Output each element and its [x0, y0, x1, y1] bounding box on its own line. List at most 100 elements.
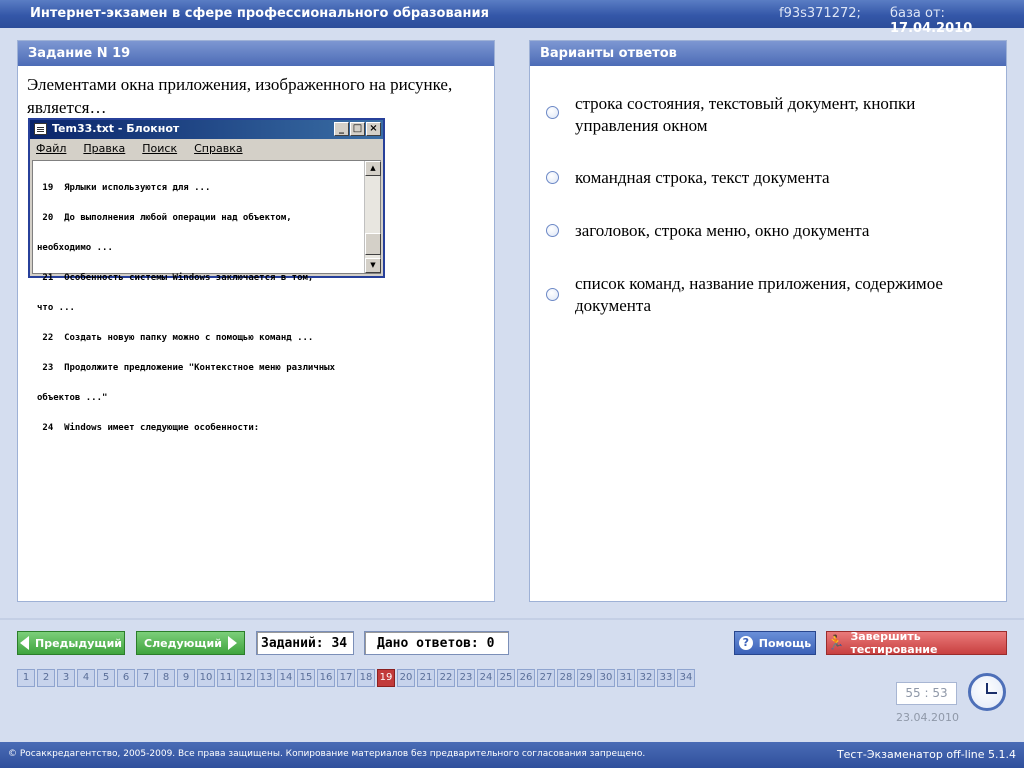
page-button-21[interactable]: 21	[417, 669, 435, 687]
page-button-6[interactable]: 6	[117, 669, 135, 687]
scroll-down-icon: ▼	[365, 258, 381, 273]
running-man-icon: 🏃	[827, 635, 845, 651]
notepad-line: что ...	[37, 303, 75, 313]
test-code: f93s371272;	[779, 6, 861, 21]
notepad-line: 20 До выполнения любой операции над объе…	[37, 213, 292, 223]
notepad-scrollbar: ▲ ▼	[364, 161, 381, 273]
base-date-label: база от:	[890, 6, 945, 21]
arrow-right-icon	[227, 636, 237, 650]
answers-heading: Варианты ответов	[530, 41, 1006, 66]
page-button-19[interactable]: 19	[377, 669, 395, 687]
answer-text[interactable]: список команд, название приложения, соде…	[575, 273, 985, 317]
help-label: Помощь	[758, 636, 812, 650]
maximize-icon: □	[350, 122, 365, 136]
page-button-25[interactable]: 25	[497, 669, 515, 687]
finish-button[interactable]: 🏃 Завершить тестирование	[826, 630, 1007, 656]
notepad-window-buttons: _ □ ×	[334, 122, 381, 136]
page-button-18[interactable]: 18	[357, 669, 375, 687]
question-mark-icon: ?	[738, 636, 753, 650]
page-button-10[interactable]: 10	[197, 669, 215, 687]
notepad-icon	[34, 123, 47, 135]
notepad-text: 19 Ярлыки используются для ... 20 До вып…	[37, 163, 367, 453]
radio-button[interactable]	[546, 288, 559, 301]
page-button-20[interactable]: 20	[397, 669, 415, 687]
task-pager: 1 2 3 4 5 6 7 8 9 10 11 12 13 14 15 16 17 18 19 20 21 22 23 24 2…	[17, 669, 695, 687]
notepad-line: 21 Особенность системы Windows заключает…	[37, 273, 314, 283]
page-button-3[interactable]: 3	[57, 669, 75, 687]
answers-given-count: Дано ответов: 0	[364, 631, 509, 655]
question-text: Элементами окна приложения, изображенног…	[27, 75, 453, 117]
clock-icon	[968, 673, 1006, 711]
page-button-22[interactable]: 22	[437, 669, 455, 687]
finish-label: Завершить тестирование	[850, 630, 938, 656]
page-button-26[interactable]: 26	[517, 669, 535, 687]
page-button-14[interactable]: 14	[277, 669, 295, 687]
page-button-24[interactable]: 24	[477, 669, 495, 687]
page-button-17[interactable]: 17	[337, 669, 355, 687]
close-icon: ×	[366, 122, 381, 136]
notepad-document: 19 Ярлыки используются для ... 20 До вып…	[32, 160, 381, 433]
page-button-12[interactable]: 12	[237, 669, 255, 687]
current-date: 23.04.2010	[896, 711, 959, 724]
answer-text[interactable]: командная строка, текст документа	[575, 167, 985, 189]
notepad-line: 19 Ярлыки используются для ...	[37, 183, 211, 193]
notepad-menu-search: Поиск	[142, 142, 178, 155]
radio-button[interactable]	[546, 224, 559, 237]
page-button-28[interactable]: 28	[557, 669, 575, 687]
base-date-value: 17.04.2010	[890, 21, 973, 36]
arrow-left-icon	[19, 636, 29, 650]
scroll-thumb	[365, 233, 381, 255]
page-button-13[interactable]: 13	[257, 669, 275, 687]
notepad-menu-edit: Правка	[83, 142, 126, 155]
previous-button[interactable]: Предыдущий	[17, 631, 125, 655]
page-button-9[interactable]: 9	[177, 669, 195, 687]
page-button-30[interactable]: 30	[597, 669, 615, 687]
previous-label: Предыдущий	[34, 636, 122, 650]
notepad-menu-help: Справка	[194, 142, 243, 155]
page-button-8[interactable]: 8	[157, 669, 175, 687]
exam-title: Интернет-экзамен в сфере профессионально…	[30, 6, 489, 21]
page-button-5[interactable]: 5	[97, 669, 115, 687]
notepad-titlebar: Tem33.txt - Блокнот _ □ ×	[30, 120, 383, 139]
page-button-23[interactable]: 23	[457, 669, 475, 687]
notepad-title: Tem33.txt - Блокнот	[52, 122, 180, 135]
base-date: база от: 17.04.2010	[890, 6, 1024, 36]
notepad-line: 24 Windows имеет следующие особенности:	[37, 423, 260, 433]
scroll-up-icon: ▲	[365, 161, 381, 176]
version-text: Тест-Экзаменатор off-line 5.1.4	[836, 748, 1016, 761]
tasks-count: Заданий: 34	[256, 631, 354, 655]
page-button-2[interactable]: 2	[37, 669, 55, 687]
page-button-33[interactable]: 33	[657, 669, 675, 687]
notepad-screenshot: Tem33.txt - Блокнот _ □ × Файл Правка По…	[28, 118, 385, 433]
top-bar: Интернет-экзамен в сфере профессионально…	[0, 0, 1024, 36]
footer: © Росаккредагентство, 2005-2009. Все пра…	[0, 742, 1024, 768]
page-button-29[interactable]: 29	[577, 669, 595, 687]
answers-panel: Варианты ответов строка состояния, текст…	[529, 40, 1007, 602]
next-label: Следующий	[144, 636, 222, 650]
page-button-7[interactable]: 7	[137, 669, 155, 687]
notepad-line: объектов ..."	[37, 393, 108, 403]
copyright-text: © Росаккредагентство, 2005-2009. Все пра…	[8, 749, 646, 759]
page-button-27[interactable]: 27	[537, 669, 555, 687]
notepad-menu: Файл Правка Поиск Справка	[30, 139, 383, 158]
page-button-1[interactable]: 1	[17, 669, 35, 687]
next-button[interactable]: Следующий	[136, 631, 245, 655]
radio-button[interactable]	[546, 106, 559, 119]
notepad-menu-file: Файл	[36, 142, 67, 155]
page-button-4[interactable]: 4	[77, 669, 95, 687]
answer-text[interactable]: заголовок, строка меню, окно документа	[575, 220, 985, 242]
answer-text[interactable]: строка состояния, текстовый документ, кн…	[575, 93, 985, 137]
page-button-32[interactable]: 32	[637, 669, 655, 687]
notepad-line: необходимо ...	[37, 243, 113, 253]
page-button-34[interactable]: 34	[677, 669, 695, 687]
minimize-icon: _	[334, 122, 349, 136]
help-button[interactable]: ? Помощь	[734, 631, 816, 655]
page-button-11[interactable]: 11	[217, 669, 235, 687]
notepad-line: 23 Продолжите предложение "Контекстное м…	[37, 363, 336, 373]
radio-button[interactable]	[546, 171, 559, 184]
page-button-31[interactable]: 31	[617, 669, 635, 687]
page-button-16[interactable]: 16	[317, 669, 335, 687]
notepad-line: 22 Создать новую папку можно с помощью к…	[37, 333, 314, 343]
page-button-15[interactable]: 15	[297, 669, 315, 687]
task-panel: Задание N 19 Элементами окна приложения,…	[17, 40, 495, 602]
